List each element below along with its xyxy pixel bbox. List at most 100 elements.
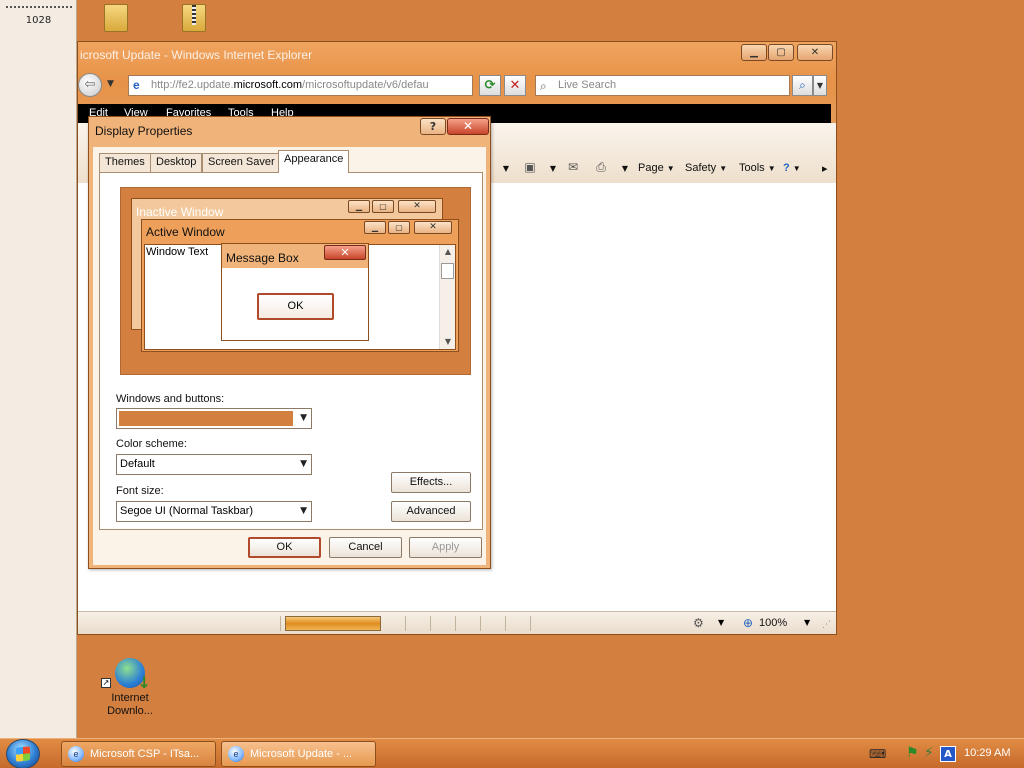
font-size-label: Font size: xyxy=(116,485,164,497)
chevron-down-icon: ▼ xyxy=(300,506,307,516)
color-scheme-select[interactable]: Default ▼ xyxy=(116,454,312,475)
zoom-level[interactable]: 100% xyxy=(759,617,787,629)
left-sidebar: 1028 xyxy=(0,0,77,738)
tab-themes[interactable]: Themes xyxy=(99,153,151,172)
font-size-value: Segoe UI (Normal Taskbar) xyxy=(120,505,254,517)
internet-download-shortcut[interactable]: ↗ Internet Downlo... xyxy=(100,658,160,718)
display-properties-dialog: Display Properties ? ✕ Themes Desktop Sc… xyxy=(88,116,491,569)
ie-icon: e xyxy=(228,746,244,762)
help-icon[interactable]: ? ▼ xyxy=(783,162,801,174)
tab-appearance[interactable]: Appearance xyxy=(278,150,350,173)
minimize-button[interactable]: ▁ xyxy=(741,44,767,61)
address-bar[interactable]: e http://fe2.update.microsoft.com/microso… xyxy=(128,75,473,96)
preview-window-text: Window Text xyxy=(146,246,209,258)
task-label: Microsoft Update - ... xyxy=(250,748,353,760)
appearance-panel: Inactive Window ▁ ▢ ✕ Active Window ▁ ▢ … xyxy=(99,172,483,530)
ie-window-title: icrosoft Update - Windows Internet Explo… xyxy=(80,48,313,62)
effects-button[interactable]: Effects... xyxy=(391,472,471,493)
ie-page-icon: e xyxy=(133,78,140,92)
search-icon: ⌕ xyxy=(540,79,547,93)
maximize-button[interactable]: ▢ xyxy=(768,44,794,61)
windows-buttons-label: Windows and buttons: xyxy=(116,393,225,405)
tab-desktop[interactable]: Desktop xyxy=(150,153,203,172)
preview-message-box: Message Box ✕ OK xyxy=(221,243,369,341)
preview-maximize-icon: ▢ xyxy=(388,221,410,234)
chevron-down-icon: ▼ xyxy=(300,459,307,469)
back-button[interactable]: ⇦ xyxy=(78,73,102,97)
address-prefix: http://fe2.update. xyxy=(151,79,234,91)
windows-logo-icon xyxy=(16,746,30,762)
scroll-up-icon: ▲ xyxy=(444,247,452,256)
toolbar-overflow-chevron[interactable]: ▸ xyxy=(822,162,828,175)
scroll-thumb xyxy=(441,263,454,279)
taskbar-button-microsoft-update[interactable]: e Microsoft Update - ... xyxy=(221,741,376,767)
active-window-title: Active Window xyxy=(146,225,225,239)
task-label: Microsoft CSP - ITsa... xyxy=(90,748,200,760)
cancel-button[interactable]: Cancel xyxy=(329,537,402,558)
taskbar-button-csp[interactable]: e Microsoft CSP - ITsa... xyxy=(61,741,216,767)
dialog-body: Themes Desktop Screen Saver Appearance I… xyxy=(93,147,486,565)
search-input[interactable]: ⌕ Live Search xyxy=(535,75,790,96)
preview-close-icon: ✕ xyxy=(398,200,436,213)
help-button[interactable]: ? xyxy=(420,118,446,135)
language-bar-icon[interactable]: A xyxy=(940,746,956,762)
power-icon[interactable]: ⚡ xyxy=(924,745,934,761)
zip-folder-icon[interactable] xyxy=(182,4,206,32)
keyboard-icon[interactable]: ⌨ xyxy=(869,747,886,761)
color-scheme-value: Default xyxy=(120,458,155,470)
search-go-button[interactable]: ⌕ xyxy=(792,75,813,96)
network-icon[interactable]: ⚑ xyxy=(906,745,919,761)
apply-button[interactable]: Apply xyxy=(409,537,482,558)
rss-feed-icon[interactable]: ▣ xyxy=(522,160,538,176)
inactive-window-title: Inactive Window xyxy=(136,205,224,219)
clock[interactable]: 10:29 AM xyxy=(964,747,1010,759)
zoom-icon: ⊕ xyxy=(743,616,754,630)
preview-close-icon: ✕ xyxy=(414,221,452,234)
zoom-dropdown[interactable]: ▼ xyxy=(804,618,810,627)
recent-pages-dropdown[interactable]: ▼ xyxy=(107,79,114,89)
stop-button[interactable]: ✕ xyxy=(504,75,526,96)
read-mail-icon[interactable]: ✉ xyxy=(565,160,581,176)
ok-button[interactable]: OK xyxy=(248,537,321,558)
security-zone-dropdown[interactable]: ▼ xyxy=(718,618,724,627)
resize-grip[interactable]: ⋰ xyxy=(822,620,831,630)
taskbar: e Microsoft CSP - ITsa... e Microsoft Up… xyxy=(0,738,1024,768)
windows-buttons-color-swatch xyxy=(119,411,293,426)
sidebar-handle[interactable] xyxy=(6,6,72,9)
folder-icon[interactable] xyxy=(104,4,128,32)
search-options-dropdown[interactable]: ▼ xyxy=(813,75,827,96)
shortcut-label: Internet Downlo... xyxy=(107,692,153,717)
print-dropdown-caret[interactable]: ▼ xyxy=(617,160,633,176)
dialog-close-button[interactable]: ✕ xyxy=(447,118,489,135)
message-box-title: Message Box xyxy=(226,251,299,265)
security-zone-icon[interactable]: ⚙ xyxy=(693,616,704,630)
dialog-title: Display Properties xyxy=(95,124,193,138)
ie-status-bar: ⚙ ▼ ⊕ 100% ▼ ⋰ xyxy=(78,611,836,634)
font-size-select[interactable]: Segoe UI (Normal Taskbar) ▼ xyxy=(116,501,312,522)
safety-menu[interactable]: Safety ▼ xyxy=(685,162,727,174)
loading-progress-bar xyxy=(285,616,381,631)
loading-progress-fill xyxy=(286,617,380,630)
address-suffix: /microsoftupdate/v6/defau xyxy=(302,79,429,91)
preview-minimize-icon: ▁ xyxy=(364,221,386,234)
print-icon[interactable]: ⎙ xyxy=(593,160,609,176)
tools-menu[interactable]: Tools ▼ xyxy=(739,162,776,174)
appearance-preview: Inactive Window ▁ ▢ ✕ Active Window ▁ ▢ … xyxy=(120,187,471,375)
preview-scrollbar: ▲ ▼ xyxy=(439,245,455,349)
windows-buttons-select[interactable]: ▼ xyxy=(116,408,312,429)
page-menu[interactable]: Page ▼ xyxy=(638,162,675,174)
message-box-close-icon: ✕ xyxy=(324,245,366,260)
address-domain: microsoft.com xyxy=(233,79,303,91)
color-scheme-label: Color scheme: xyxy=(116,438,187,450)
tab-screen-saver[interactable]: Screen Saver xyxy=(202,153,281,172)
search-placeholder: Live Search xyxy=(558,79,617,91)
feeds-dropdown-caret[interactable]: ▼ xyxy=(545,160,561,176)
start-button[interactable] xyxy=(6,739,40,768)
shortcut-arrow-icon: ↗ xyxy=(101,678,111,688)
advanced-button[interactable]: Advanced xyxy=(391,501,471,522)
close-button[interactable]: ✕ xyxy=(797,44,833,61)
preview-minimize-icon: ▁ xyxy=(348,200,370,213)
home-dropdown-caret[interactable]: ▼ xyxy=(498,160,514,176)
refresh-button[interactable]: ⟳ xyxy=(479,75,501,96)
preview-maximize-icon: ▢ xyxy=(372,200,394,213)
